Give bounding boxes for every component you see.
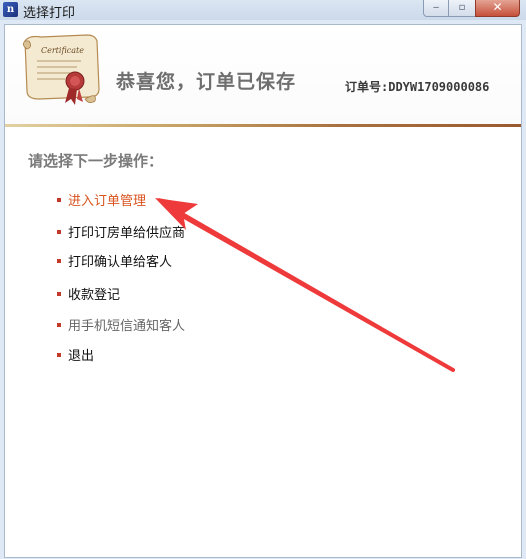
menu-item-label: 打印订房单给供应商	[68, 226, 186, 241]
minimize-button[interactable]: ‒	[423, 0, 449, 17]
menu-item-label: 进入订单管理	[68, 194, 147, 209]
menu-item-print-supplier[interactable]: 打印订房单给供应商	[57, 222, 185, 241]
bullet-icon	[57, 291, 61, 296]
bullet-icon	[57, 197, 61, 202]
order-number: 订单号:DDYW1709000086	[345, 80, 490, 94]
window-title: 选择打印	[23, 6, 76, 21]
bullet-icon	[57, 322, 61, 327]
close-button[interactable]: ✕	[475, 0, 520, 17]
dialog-content: Certificate 恭喜您，订单已保存 订单号:DDYW1709000086…	[4, 24, 522, 558]
bullet-icon	[57, 352, 61, 357]
menu-item-order-management[interactable]: 进入订单管理	[57, 190, 146, 209]
menu-item-sms[interactable]: 用手机短信通知客人	[57, 315, 185, 334]
menu-item-label: 用手机短信通知客人	[68, 319, 186, 334]
success-message: 恭喜您，订单已保存	[116, 71, 297, 93]
menu-item-print-guest[interactable]: 打印确认单给客人	[57, 251, 172, 270]
next-step-prompt: 请选择下一步操作：	[28, 152, 164, 170]
menu-item-label: 打印确认单给客人	[68, 255, 173, 270]
certificate-scroll-icon: Certificate	[23, 34, 100, 105]
bullet-icon	[57, 229, 61, 234]
menu-item-payment[interactable]: 收款登记	[57, 284, 120, 303]
app-icon: n	[3, 2, 18, 17]
menu-item-label: 退出	[68, 349, 95, 364]
header-divider	[5, 124, 521, 127]
title-bar[interactable]: n 选择打印 ‒ ▫ ✕	[0, 0, 526, 21]
svg-text:Certificate: Certificate	[41, 46, 84, 55]
menu-item-label: 收款登记	[68, 288, 121, 303]
menu-item-exit[interactable]: 退出	[57, 345, 94, 364]
maximize-button[interactable]: ▫	[448, 0, 476, 17]
bullet-icon	[57, 258, 61, 263]
header-banner: Certificate 恭喜您，订单已保存 订单号:DDYW1709000086	[5, 25, 521, 125]
